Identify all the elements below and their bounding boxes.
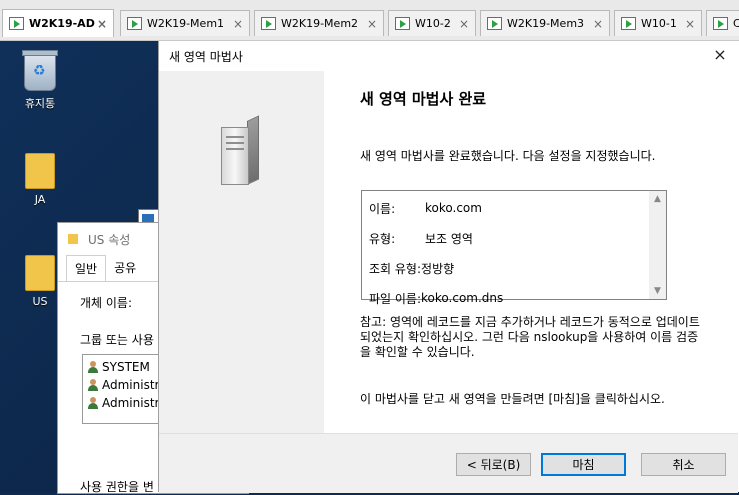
folder-icon bbox=[25, 153, 55, 189]
tab-overflow[interactable]: Co bbox=[706, 10, 739, 36]
folder-icon bbox=[25, 255, 55, 291]
vm-running-icon bbox=[713, 17, 728, 30]
vm-running-icon bbox=[487, 17, 502, 30]
summary-key: 조회 유형: bbox=[369, 261, 422, 276]
vm-running-icon bbox=[261, 17, 276, 30]
desktop-icon-ja-folder[interactable]: JA bbox=[10, 153, 70, 206]
close-icon[interactable]: × bbox=[231, 17, 245, 31]
wizard-heading: 새 영역 마법사 완료 bbox=[360, 90, 487, 108]
tab-w2k19-mem2[interactable]: W2K19-Mem2 × bbox=[254, 10, 384, 36]
tab-w2k19-ad[interactable]: W2K19-AD × bbox=[2, 9, 114, 37]
dialog-title: 새 영역 마법사 bbox=[169, 49, 243, 64]
back-button[interactable]: < 뒤로(B) bbox=[456, 453, 531, 476]
summary-scrollbar[interactable]: ▲ ▼ bbox=[649, 191, 666, 299]
cancel-button[interactable]: 취소 bbox=[641, 453, 726, 476]
close-icon[interactable]: × bbox=[591, 17, 605, 31]
finish-button[interactable]: 마침 bbox=[541, 453, 626, 476]
tab-w2k19-mem3[interactable]: W2K19-Mem3 × bbox=[480, 10, 610, 36]
close-icon[interactable]: × bbox=[95, 17, 109, 31]
summary-row-type: 유형: 보조 영역 bbox=[369, 223, 648, 253]
summary-row-lookup: 조회 유형: 정방향 bbox=[369, 253, 648, 283]
users-group-icon bbox=[87, 361, 99, 373]
tab-label: W10-1 bbox=[641, 17, 677, 30]
tab-label: W2K19-Mem2 bbox=[281, 17, 359, 30]
vm-running-icon bbox=[127, 17, 142, 30]
vm-running-icon bbox=[9, 17, 24, 30]
button-bar: < 뒤로(B) 마침 취소 bbox=[159, 433, 738, 493]
summary-value: 보조 영역 bbox=[425, 231, 473, 246]
summary-key: 이름: bbox=[369, 201, 396, 216]
summary-value: koko.com bbox=[425, 201, 482, 215]
wizard-intro-text: 새 영역 마법사를 완료했습니다. 다음 설정을 지정했습니다. bbox=[360, 149, 656, 163]
close-icon[interactable]: × bbox=[710, 45, 730, 64]
close-icon[interactable]: × bbox=[365, 17, 379, 31]
desktop-icon-recycle-bin[interactable]: 휴지통 bbox=[10, 50, 70, 111]
tab-w10-1[interactable]: W10-1 × bbox=[614, 10, 702, 36]
summary-value: koko.com.dns bbox=[421, 291, 504, 305]
folder-icon bbox=[68, 234, 78, 244]
tab-label: Co bbox=[733, 17, 739, 30]
tab-label: W2K19-Mem3 bbox=[507, 17, 585, 30]
tab-label: W2K19-Mem1 bbox=[147, 17, 225, 30]
tab-w2k19-mem1[interactable]: W2K19-Mem1 × bbox=[120, 10, 250, 36]
settings-summary-box[interactable]: 이름: koko.com 유형: 보조 영역 조회 유형: 정방향 파일 이름:… bbox=[361, 190, 667, 306]
wizard-final-text: 이 마법사를 닫고 새 영역을 만들려면 [마침]을 클릭하십시오. bbox=[360, 392, 665, 406]
close-icon[interactable]: × bbox=[683, 17, 697, 31]
desktop-icon-label: 휴지통 bbox=[24, 97, 56, 110]
tab-general[interactable]: 일반 bbox=[66, 255, 107, 281]
summary-value: 정방향 bbox=[421, 261, 455, 276]
wizard-side-panel bbox=[159, 71, 324, 433]
summary-row-file: 파일 이름: koko.com.dns bbox=[369, 283, 648, 313]
tab-label: W10-2 bbox=[415, 17, 451, 30]
scroll-up-icon[interactable]: ▲ bbox=[649, 191, 666, 207]
tab-w10-2[interactable]: W10-2 × bbox=[388, 10, 476, 36]
recycle-bin-icon bbox=[22, 50, 58, 91]
summary-row-name: 이름: koko.com bbox=[369, 193, 648, 223]
list-item-label: SYSTEM bbox=[102, 360, 150, 374]
scroll-down-icon[interactable]: ▼ bbox=[649, 283, 666, 299]
summary-key: 유형: bbox=[369, 231, 396, 246]
vm-running-icon bbox=[621, 17, 636, 30]
tab-sharing[interactable]: 공유 bbox=[106, 255, 144, 281]
vm-running-icon bbox=[395, 17, 410, 30]
tab-label: W2K19-AD bbox=[29, 17, 95, 30]
wizard-note-text: 참고: 영역에 레코드를 지금 추가하거나 레코드가 동적으로 업데이트되었는지… bbox=[360, 315, 700, 359]
summary-key: 파일 이름: bbox=[369, 291, 422, 306]
server-icon bbox=[221, 115, 259, 185]
new-zone-wizard-dialog: 새 영역 마법사 × 새 영역 마법사 완료 새 영역 마법사를 완료했습니다.… bbox=[158, 41, 739, 493]
desktop-icon-label: JA bbox=[34, 193, 46, 206]
vm-tab-bar: W2K19-AD × W2K19-Mem1 × W2K19-Mem2 × W10… bbox=[0, 0, 739, 41]
summary-lines: 이름: koko.com 유형: 보조 영역 조회 유형: 정방향 파일 이름:… bbox=[369, 193, 648, 313]
close-icon[interactable]: × bbox=[457, 17, 471, 31]
user-icon bbox=[87, 379, 99, 391]
window-title: US 속성 bbox=[88, 232, 131, 247]
users-group-icon bbox=[87, 397, 99, 409]
